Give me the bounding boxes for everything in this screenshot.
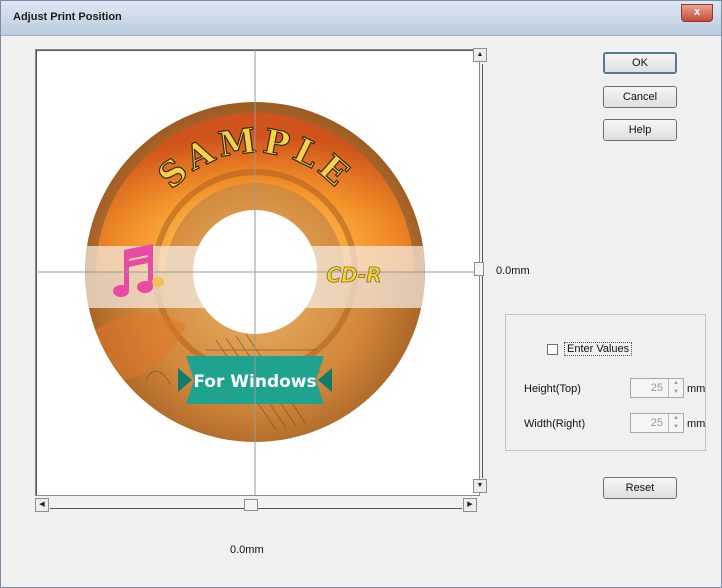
print-preview-area: SAMPLE CD-R For Windows bbox=[35, 49, 480, 496]
width-right-label: Width(Right) bbox=[524, 418, 586, 430]
close-button[interactable]: x bbox=[681, 4, 713, 22]
height-unit-label: mm bbox=[687, 383, 706, 395]
disc-type-logo: CD-R bbox=[326, 263, 381, 287]
title-bar[interactable]: Adjust Print Position x bbox=[1, 1, 721, 36]
dialog-client-area: SAMPLE CD-R For Windows ▲ ▼ 0.0mm ◀ ▶ 0.… bbox=[8, 36, 714, 581]
height-top-value: 25 bbox=[650, 382, 663, 394]
disc-preview-graphic: SAMPLE CD-R For Windows bbox=[36, 50, 479, 495]
width-right-spinner[interactable]: 25 ▲ ▼ bbox=[630, 413, 684, 433]
vertical-position-slider-thumb[interactable] bbox=[474, 262, 484, 276]
ok-button[interactable]: OK bbox=[603, 52, 677, 74]
horizontal-position-slider-thumb[interactable] bbox=[244, 499, 258, 511]
help-button[interactable]: Help bbox=[603, 119, 677, 141]
width-down-arrow-icon[interactable]: ▼ bbox=[669, 423, 683, 432]
dialog-window: Adjust Print Position x SAMPLE CD-R For … bbox=[0, 0, 722, 588]
width-unit-label: mm bbox=[687, 418, 706, 430]
window-title: Adjust Print Position bbox=[13, 11, 122, 23]
enter-values-checkbox[interactable] bbox=[547, 344, 558, 355]
width-up-arrow-icon[interactable]: ▲ bbox=[669, 414, 683, 423]
cancel-button[interactable]: Cancel bbox=[603, 86, 677, 108]
horizontal-scroll-left-button[interactable]: ◀ bbox=[35, 498, 49, 512]
horizontal-position-readout: 0.0mm bbox=[230, 544, 264, 556]
vertical-scroll-up-button[interactable]: ▲ bbox=[473, 48, 487, 62]
height-top-spinner[interactable]: 25 ▲ ▼ bbox=[630, 378, 684, 398]
width-right-value: 25 bbox=[650, 417, 663, 429]
enter-values-label[interactable]: Enter Values bbox=[564, 342, 633, 356]
height-down-arrow-icon[interactable]: ▼ bbox=[669, 388, 683, 397]
vertical-scroll-down-button[interactable]: ▼ bbox=[473, 479, 487, 493]
horizontal-scroll-right-button[interactable]: ▶ bbox=[463, 498, 477, 512]
reset-button[interactable]: Reset bbox=[603, 477, 677, 499]
height-up-arrow-icon[interactable]: ▲ bbox=[669, 379, 683, 388]
manual-values-group: Enter Values Height(Top) 25 ▲ ▼ mm Width(… bbox=[505, 314, 706, 451]
vertical-position-readout: 0.0mm bbox=[496, 265, 530, 277]
height-top-label: Height(Top) bbox=[524, 383, 581, 395]
